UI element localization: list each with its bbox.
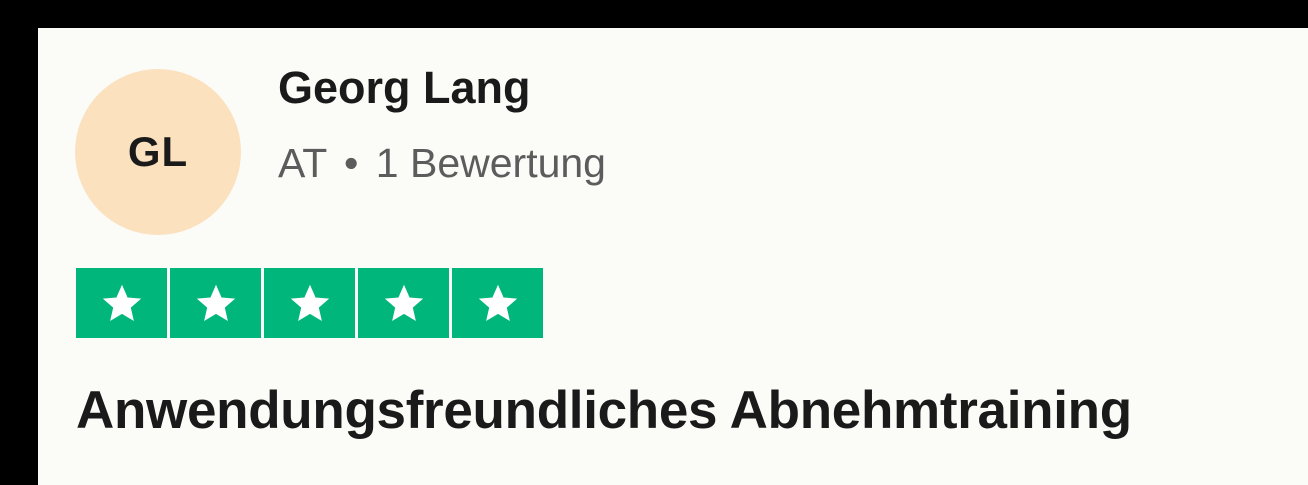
star-box: [452, 268, 543, 338]
reviewer-country: AT: [278, 140, 327, 186]
meta-separator: •: [344, 140, 359, 186]
screenshot-frame: GL Georg Lang AT • 1 Bewertung Anwendung…: [0, 0, 1308, 485]
star-box: [264, 268, 355, 338]
star-icon: [290, 284, 329, 322]
reviewer-name[interactable]: Georg Lang: [278, 62, 531, 114]
star-icon: [384, 284, 423, 322]
review-card: GL Georg Lang AT • 1 Bewertung Anwendung…: [38, 28, 1308, 485]
avatar-initials: GL: [127, 128, 189, 175]
star-icon: [196, 284, 235, 322]
avatar[interactable]: GL: [75, 69, 241, 235]
star-box: [358, 268, 449, 338]
reviewer-meta: AT • 1 Bewertung: [278, 140, 606, 187]
review-count: 1 Bewertung: [375, 140, 606, 186]
star-icon: [478, 284, 517, 322]
star-rating: [76, 268, 543, 338]
star-icon: [102, 284, 141, 322]
star-box: [76, 268, 167, 338]
review-title[interactable]: Anwendungsfreundliches Abnehmtraining: [76, 380, 1132, 441]
star-box: [170, 268, 261, 338]
